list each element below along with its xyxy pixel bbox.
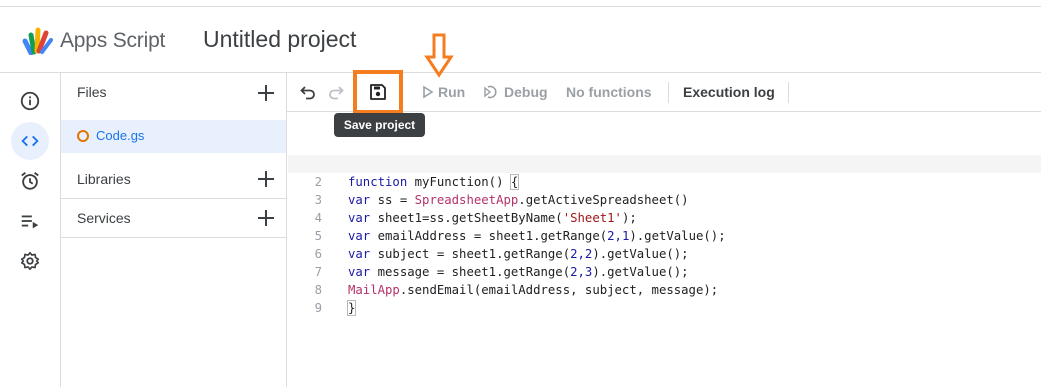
redo-icon[interactable] [327, 83, 345, 101]
alarm-clock-icon [21, 172, 39, 190]
nav-overview[interactable] [11, 82, 49, 120]
add-library-icon[interactable] [256, 169, 276, 189]
executions-icon [21, 215, 39, 229]
code-icon [21, 135, 39, 147]
code-line: 8 } [288, 263, 1041, 316]
code-line: 3 var sheet1=ss.getSheetByName('Sheet1')… [288, 173, 1041, 225]
toolbar-separator [788, 82, 789, 103]
undo-icon[interactable] [299, 83, 317, 101]
nav-executions[interactable] [11, 202, 49, 240]
nav-settings[interactable] [11, 242, 49, 280]
app-header: Apps Script Untitled project [0, 7, 1041, 72]
nav-editor[interactable] [11, 122, 49, 160]
code-line: 1 function myFunction() { [288, 137, 1041, 190]
nav-triggers[interactable] [11, 162, 49, 200]
file-item[interactable]: Code.gs [61, 120, 286, 153]
app-name: Apps Script [60, 29, 166, 52]
function-select[interactable]: No functions [566, 84, 652, 100]
code-line: 7 MailApp.sendEmail(emailAddress, subjec… [288, 245, 1041, 297]
services-row: Services [61, 199, 286, 235]
play-icon [423, 85, 434, 99]
services-label: Services [77, 210, 131, 226]
libraries-row: Libraries [61, 160, 286, 196]
gear-icon [20, 251, 40, 271]
toolbar-separator [668, 82, 669, 103]
panel-divider [61, 237, 286, 238]
editor-toolbar: Run Debug No functions Execution log [287, 70, 1041, 114]
debug-icon [484, 85, 497, 99]
debug-button[interactable]: Debug [504, 84, 548, 100]
down-arrow-annotation-icon [424, 33, 454, 78]
save-button[interactable] [353, 70, 403, 114]
code-editor[interactable]: 1 function myFunction() { 2 var ss = Spr… [288, 112, 1041, 387]
code-line: 2 var ss = SpreadsheetApp.getActiveSprea… [288, 155, 1041, 207]
add-file-icon[interactable] [256, 83, 276, 103]
libraries-label: Libraries [77, 171, 131, 187]
files-header: Files [61, 73, 286, 113]
code-text: } [346, 300, 357, 316]
execution-log-button[interactable]: Execution log [683, 84, 775, 100]
files-panel: Files Code.gs Libraries Services [61, 73, 287, 387]
save-icon [370, 84, 386, 100]
run-button[interactable]: Run [438, 84, 465, 100]
apps-script-logo[interactable] [22, 27, 54, 55]
code-line: 5 var subject = sheet1.getRange(2,2).get… [288, 209, 1041, 261]
code-line: 6 var message = sheet1.getRange(2,3).get… [288, 227, 1041, 279]
line-number: 9 [314, 301, 322, 315]
left-nav-rail [0, 73, 61, 387]
code-line: 4 var emailAddress = sheet1.getRange(2,1… [288, 191, 1041, 243]
code-line: 9 [288, 281, 1041, 315]
add-service-icon[interactable] [256, 208, 276, 228]
file-name: Code.gs [96, 128, 145, 143]
files-label: Files [77, 84, 107, 100]
project-title[interactable]: Untitled project [203, 26, 356, 53]
unsaved-dot-icon [77, 130, 89, 142]
info-icon [20, 91, 40, 111]
